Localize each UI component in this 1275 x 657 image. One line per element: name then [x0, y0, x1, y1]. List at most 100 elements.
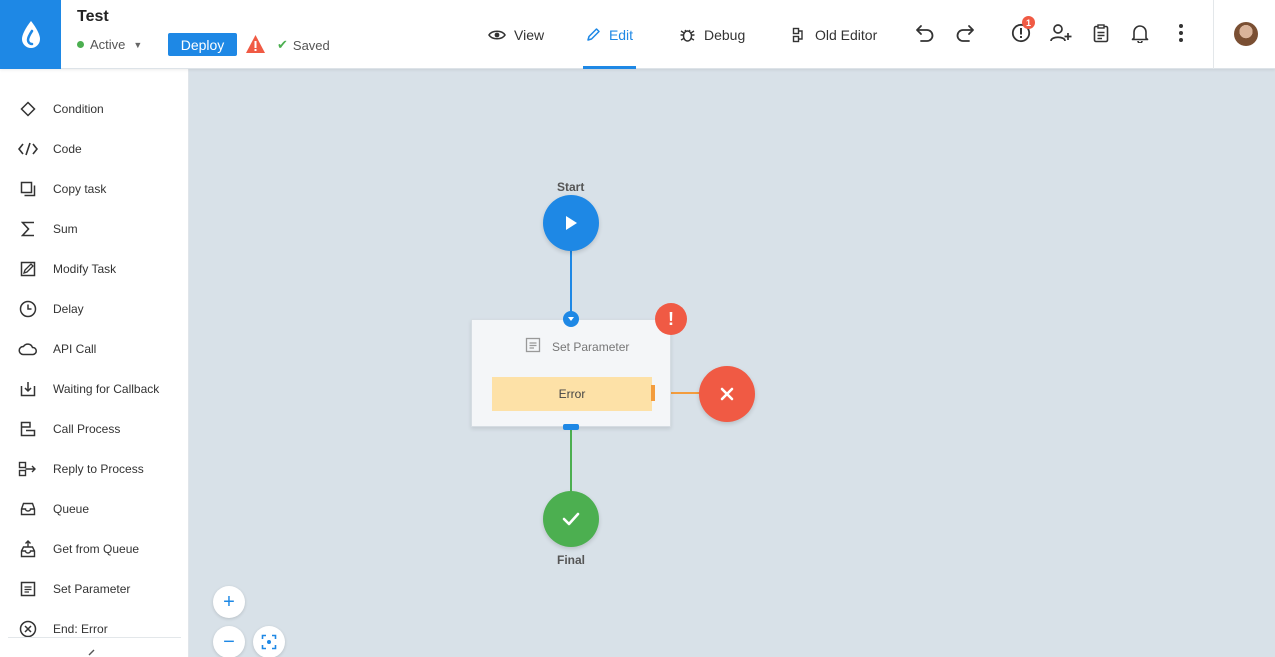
code-icon [18, 140, 38, 158]
sidebar-divider [8, 637, 181, 638]
copy-icon [18, 180, 38, 198]
task-warning-badge[interactable]: ! [655, 303, 687, 335]
old-editor-icon [792, 27, 803, 42]
sidebar-item-label: API Call [53, 342, 97, 356]
play-icon [566, 216, 577, 230]
error-end-node[interactable] [699, 366, 755, 422]
add-user-button[interactable] [1048, 20, 1074, 46]
undo-icon [916, 25, 934, 42]
call-process-icon [18, 420, 38, 438]
task-title: Set Parameter [552, 340, 630, 354]
start-label: Start [557, 180, 585, 194]
sidebar-item-label: Call Process [53, 422, 121, 436]
edit-square-icon [18, 260, 38, 278]
sidebar-item-get-from-queue[interactable]: Get from Queue [0, 529, 189, 569]
caret-down-icon: ▼ [133, 39, 143, 50]
zoom-out-button[interactable]: − [213, 626, 245, 657]
tab-edit[interactable]: Edit [583, 0, 636, 69]
clock-icon [18, 300, 38, 318]
user-avatar[interactable] [1234, 22, 1258, 46]
sidebar-item-call-process[interactable]: Call Process [0, 409, 189, 449]
sidebar-item-condition[interactable]: Condition [0, 89, 189, 129]
sidebar-item-set-parameter[interactable]: Set Parameter [0, 569, 189, 609]
deploy-button[interactable]: Deploy [168, 33, 237, 56]
pencil-icon [587, 28, 600, 41]
saved-status: ✔ Saved [277, 37, 330, 53]
sidebar-item-api-call[interactable]: API Call [0, 329, 189, 369]
output-port[interactable] [563, 424, 579, 430]
list-icon [525, 337, 541, 353]
bell-icon [1131, 25, 1149, 43]
app-logo[interactable] [0, 0, 61, 69]
more-menu-button[interactable] [1168, 20, 1194, 46]
tab-view-label: View [514, 26, 545, 43]
final-label: Final [557, 553, 586, 567]
final-node[interactable] [543, 491, 599, 547]
sidebar-item-label: Queue [53, 502, 90, 516]
tab-edit-label: Edit [608, 26, 634, 43]
sidebar-item-label: Code [53, 142, 82, 156]
more-vertical-icon [1179, 24, 1183, 42]
sidebar-item-reply-to-process[interactable]: Reply to Process [0, 449, 189, 489]
fit-view-button[interactable] [253, 626, 285, 657]
sidebar-item-label: Modify Task [53, 262, 117, 276]
zoom-in-button[interactable]: + [213, 586, 245, 618]
saved-label: Saved [292, 37, 330, 53]
error-port[interactable] [651, 385, 655, 401]
process-title: Test [77, 8, 109, 25]
warning-triangle-icon[interactable] [245, 34, 266, 54]
tab-debug-label: Debug [704, 26, 746, 43]
sidebar-item-label: Copy task [53, 182, 107, 196]
sigma-icon [18, 220, 38, 238]
sidebar-item-label: Get from Queue [53, 542, 140, 556]
fit-screen-icon [261, 634, 277, 650]
drop-logo-icon [21, 20, 40, 48]
sidebar-item-label: Reply to Process [53, 462, 144, 476]
redo-button[interactable] [952, 20, 978, 46]
issues-button[interactable]: 1 [1008, 16, 1035, 46]
redo-icon [956, 25, 974, 42]
set-parameter-task-card[interactable]: Set Parameter Error [471, 319, 671, 427]
collapse-chevron-icon[interactable] [86, 649, 96, 657]
clipboard-button[interactable] [1088, 20, 1114, 46]
triangle-down-icon [568, 317, 574, 321]
sidebar-item-label: Delay [53, 302, 84, 316]
inbox-icon [18, 500, 38, 518]
sidebar-item-sum[interactable]: Sum [0, 209, 189, 249]
sidebar-item-end-error[interactable]: End: Error [0, 609, 189, 649]
sidebar-item-copy-task[interactable]: Copy task [0, 169, 189, 209]
check-icon: ✔ [277, 37, 288, 52]
bug-icon [680, 29, 695, 42]
sidebar-item-label: Condition [53, 102, 104, 116]
cloud-icon [18, 340, 38, 358]
process-canvas[interactable] [190, 69, 1275, 657]
start-connector [570, 250, 572, 314]
input-port[interactable] [563, 311, 579, 327]
sidebar-item-label: End: Error [53, 622, 108, 636]
download-tray-icon [18, 380, 38, 398]
sidebar-item-code[interactable]: Code [0, 129, 189, 169]
task-palette-sidebar: Condition Code Copy task Sum Modify Task… [0, 69, 189, 657]
status-dropdown[interactable]: Active ▼ [77, 37, 142, 52]
sidebar-item-label: Sum [53, 222, 78, 236]
check-icon [562, 512, 580, 526]
eye-icon [488, 29, 506, 40]
tab-debug[interactable]: Debug [679, 0, 745, 69]
close-icon [720, 387, 734, 401]
tab-old-editor[interactable]: Old Editor [792, 0, 877, 69]
sidebar-item-waiting-for-callback[interactable]: Waiting for Callback [0, 369, 189, 409]
sidebar-item-queue[interactable]: Queue [0, 489, 189, 529]
notifications-button[interactable] [1127, 20, 1153, 46]
sidebar-item-modify-task[interactable]: Modify Task [0, 249, 189, 289]
tab-view[interactable]: View [488, 0, 544, 69]
status-label: Active [90, 37, 126, 52]
error-condition-bar[interactable]: Error [492, 377, 652, 411]
undo-button[interactable] [912, 20, 938, 46]
active-dot-icon [77, 41, 84, 48]
sidebar-item-label: Waiting for Callback [53, 382, 160, 396]
start-node[interactable] [543, 195, 599, 251]
add-user-icon [1050, 24, 1072, 42]
sidebar-item-delay[interactable]: Delay [0, 289, 189, 329]
notification-badge: 1 [1022, 16, 1035, 29]
header-divider [1213, 0, 1214, 69]
